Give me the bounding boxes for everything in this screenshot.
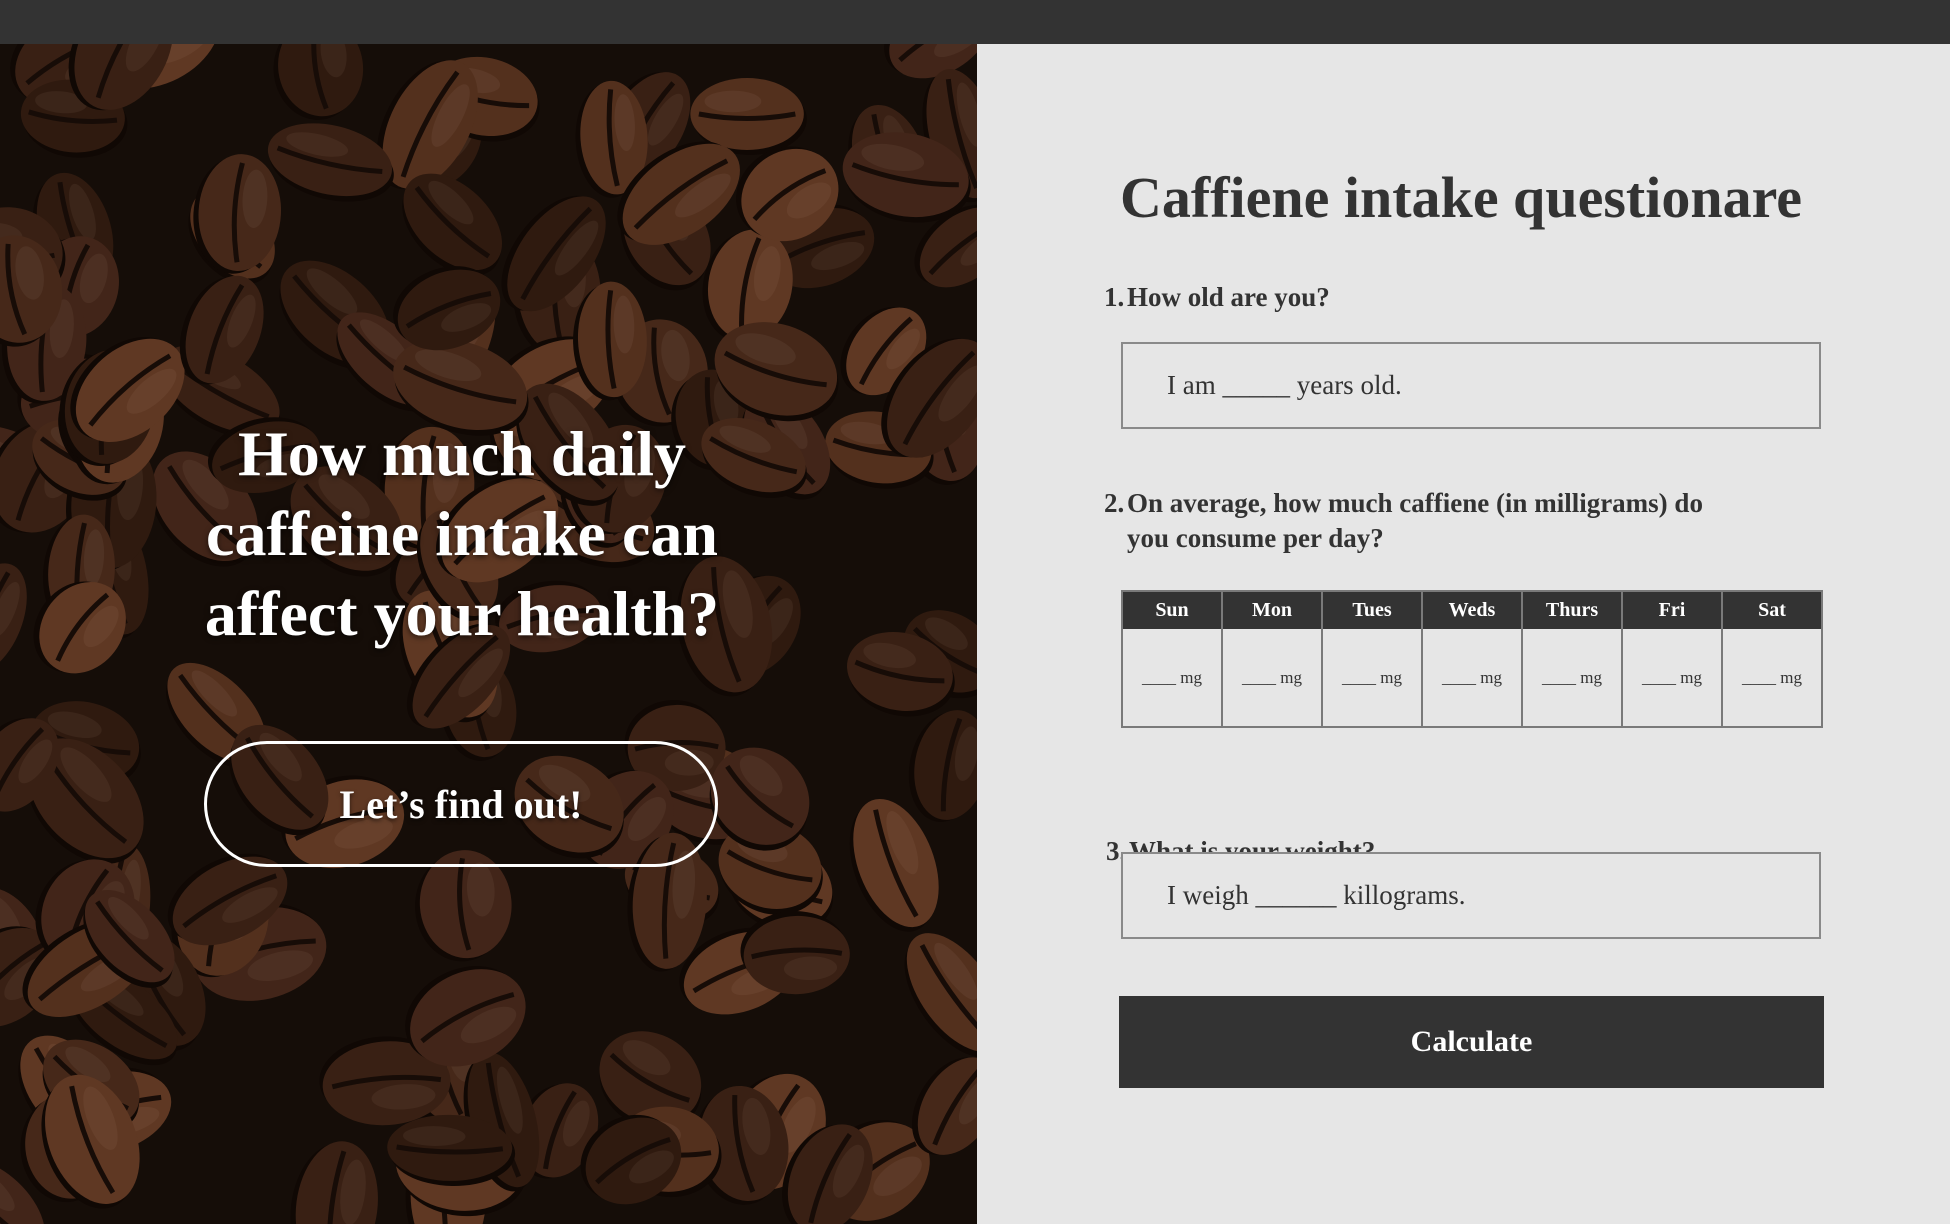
day-header: Weds	[1423, 592, 1521, 629]
question-1: 1. How old are you?	[1104, 280, 1330, 315]
day-header: Mon	[1223, 592, 1321, 629]
lets-find-out-button[interactable]: Let’s find out!	[204, 741, 718, 867]
day-header: Fri	[1623, 592, 1721, 629]
age-input[interactable]: I am _____ years old.	[1121, 342, 1821, 429]
day-column-sun: Sun ____ mg	[1123, 592, 1223, 726]
question-1-text: How old are you?	[1127, 282, 1330, 312]
calculate-button[interactable]: Calculate	[1119, 996, 1824, 1088]
day-column-mon: Mon ____ mg	[1223, 592, 1323, 726]
day-header: Thurs	[1523, 592, 1621, 629]
hero-section: How much daily caffeine intake can affec…	[0, 44, 977, 1224]
day-mg-input[interactable]: ____ mg	[1523, 629, 1621, 726]
age-input-text: I am _____ years old.	[1167, 370, 1402, 400]
day-header: Sun	[1123, 592, 1221, 629]
day-mg-input[interactable]: ____ mg	[1123, 629, 1221, 726]
day-mg-input[interactable]: ____ mg	[1423, 629, 1521, 726]
hero-title-line-3: affect your health?	[204, 578, 720, 649]
question-1-number: 1.	[1104, 282, 1125, 312]
weekly-caffeine-table: Sun ____ mg Mon ____ mg Tues ____ mg Wed…	[1121, 590, 1823, 728]
weight-input[interactable]: I weigh ______ killograms.	[1121, 852, 1821, 939]
hero-title-line-2: caffeine intake can	[206, 498, 718, 569]
day-header: Sat	[1723, 592, 1821, 629]
day-column-weds: Weds ____ mg	[1423, 592, 1523, 726]
day-column-sat: Sat ____ mg	[1723, 592, 1821, 726]
day-mg-input[interactable]: ____ mg	[1223, 629, 1321, 726]
day-column-tues: Tues ____ mg	[1323, 592, 1423, 726]
question-2: 2. On average, how much caffiene (in mil…	[1104, 486, 1703, 556]
questionnaire-panel: Caffiene intake questionare 1. How old a…	[977, 44, 1950, 1224]
day-column-thurs: Thurs ____ mg	[1523, 592, 1623, 726]
day-mg-input[interactable]: ____ mg	[1723, 629, 1821, 726]
day-column-fri: Fri ____ mg	[1623, 592, 1723, 726]
hero-title: How much daily caffeine intake can affec…	[120, 414, 804, 654]
hero-title-line-1: How much daily	[237, 418, 687, 489]
day-header: Tues	[1323, 592, 1421, 629]
question-2-text-line-2: you consume per day?	[1127, 523, 1384, 553]
weight-input-text: I weigh ______ killograms.	[1167, 880, 1466, 910]
question-2-number: 2.	[1104, 488, 1125, 518]
day-mg-input[interactable]: ____ mg	[1623, 629, 1721, 726]
question-2-text-line-1: On average, how much caffiene (in millig…	[1127, 488, 1703, 518]
day-mg-input[interactable]: ____ mg	[1323, 629, 1421, 726]
top-bar	[0, 0, 1950, 44]
form-title: Caffiene intake questionare	[1120, 165, 1803, 230]
